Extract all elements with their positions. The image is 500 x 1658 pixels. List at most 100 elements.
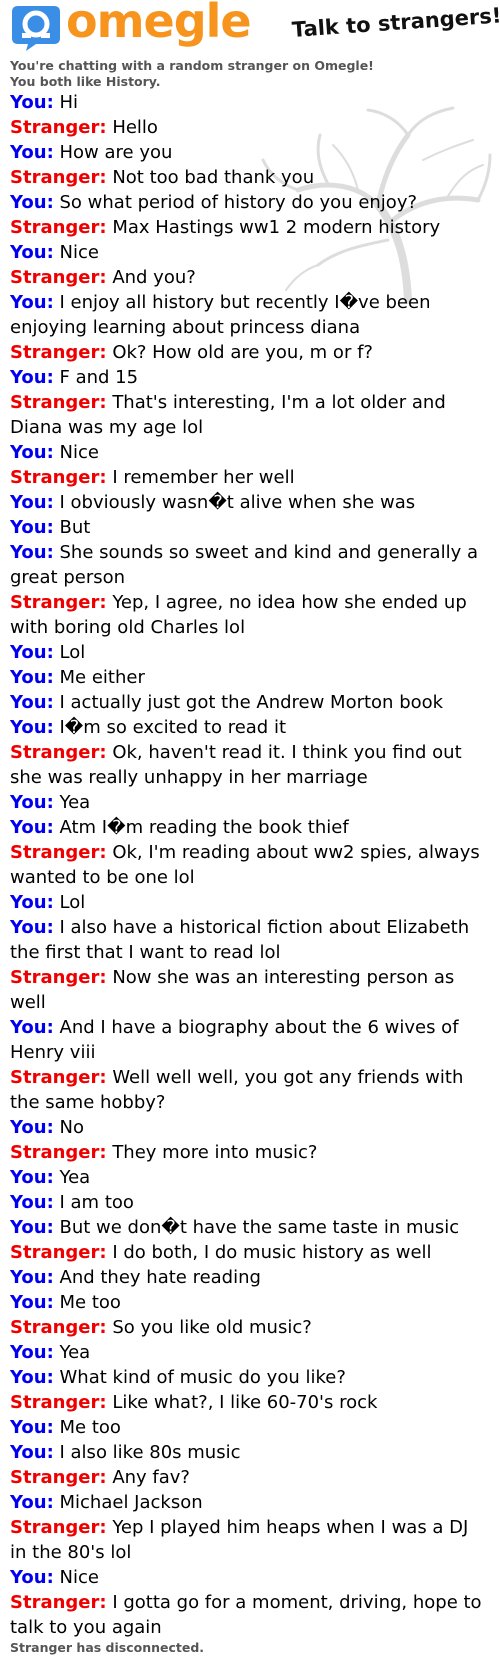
chat-message-you: You: How are you [10,140,490,165]
sender-label-stranger: Stranger: [10,1067,107,1088]
sender-label-stranger: Stranger: [10,592,107,613]
message-text: I obviously wasn�t alive when she was [59,492,416,513]
message-text: What kind of music do you like? [59,1367,346,1388]
message-text: But we don�t have the same taste in musi… [59,1217,460,1238]
sender-label-you: You: [10,517,54,538]
message-text: She sounds so sweet and kind and general… [10,542,478,588]
message-text: How are you [59,142,173,163]
sender-label-stranger: Stranger: [10,1242,107,1263]
sender-label-you: You: [10,367,54,388]
tagline: Talk to strangers! [291,3,500,42]
chat-message-stranger: Stranger: Ok, haven't read it. I think y… [10,740,490,790]
sender-label-stranger: Stranger: [10,167,107,188]
sender-label-stranger: Stranger: [10,217,107,238]
sender-label-stranger: Stranger: [10,392,107,413]
message-text: Me too [59,1417,121,1438]
message-text: Like what?, I like 60-70's rock [112,1392,378,1413]
chat-message-stranger: Stranger: I gotta go for a moment, drivi… [10,1590,490,1640]
chat-message-stranger: Stranger: And you? [10,265,490,290]
message-text: Hi [59,92,79,113]
chat-message-stranger: Stranger: They more into music? [10,1140,490,1165]
sender-label-stranger: Stranger: [10,467,107,488]
chat-message-you: You: So what period of history do you en… [10,190,490,215]
message-text: So you like old music? [112,1317,312,1338]
chat-message-you: You: Yea [10,790,490,815]
message-text: But [59,517,91,538]
chat-message-you: You: I also have a historical fiction ab… [10,915,490,965]
sender-label-you: You: [10,892,54,913]
sender-label-stranger: Stranger: [10,117,107,138]
sender-label-you: You: [10,1192,54,1213]
message-text: So what period of history do you enjoy? [59,192,418,213]
chat-message-you: You: I also like 80s music [10,1440,490,1465]
message-text: I remember her well [112,467,295,488]
chat-message-you: You: Me too [10,1290,490,1315]
chat-message-stranger: Stranger: So you like old music? [10,1315,490,1340]
message-text: Any fav? [112,1467,190,1488]
message-text: I also like 80s music [59,1442,241,1463]
chat-message-you: You: Lol [10,890,490,915]
message-text: Nice [59,442,99,463]
chat-message-stranger: Stranger: Yep, I agree, no idea how she … [10,590,490,640]
chat-message-stranger: Stranger: Like what?, I like 60-70's roc… [10,1390,490,1415]
chat-message-you: You: Yea [10,1340,490,1365]
message-text: Yea [59,792,91,813]
chat-message-you: You: Nice [10,240,490,265]
status-disconnected: Stranger has disconnected. [10,1640,205,1655]
sender-label-you: You: [10,1292,54,1313]
chat-message-stranger: Stranger: Well well well, you got any fr… [10,1065,490,1115]
message-text: I also have a historical fiction about E… [10,917,470,963]
message-text: Lol [59,642,86,663]
sender-label-you: You: [10,1342,54,1363]
sender-label-stranger: Stranger: [10,1392,107,1413]
sender-label-stranger: Stranger: [10,267,107,288]
message-text: Max Hastings ww1 2 modern history [112,217,441,238]
sender-label-you: You: [10,717,54,738]
message-text: I am too [59,1192,134,1213]
chat-message-you: You: I enjoy all history but recently I�… [10,290,490,340]
chat-message-stranger: Stranger: Ok, I'm reading about ww2 spie… [10,840,490,890]
intro: You're chatting with a random stranger o… [0,58,500,90]
message-text: And I have a biography about the 6 wives… [10,1017,459,1063]
header: omegle Talk to strangers! [0,0,500,58]
message-text: I do both, I do music history as well [112,1242,432,1263]
message-text: And you? [112,267,196,288]
chat-message-you: You: I�m so excited to read it [10,715,490,740]
intro-common-interest-line: You both like History. [10,74,161,89]
message-text: Michael Jackson [59,1492,203,1513]
message-text: Lol [59,892,86,913]
chat-message-you: You: No [10,1115,490,1140]
sender-label-you: You: [10,692,54,713]
chat-message-you: You: But we don�t have the same taste in… [10,1215,490,1240]
chat-message-you: You: Lol [10,640,490,665]
sender-label-you: You: [10,1017,54,1038]
sender-label-you: You: [10,1167,54,1188]
chat-message-you: You: Me too [10,1415,490,1440]
chat-message-stranger: Stranger: Now she was an interesting per… [10,965,490,1015]
sender-label-you: You: [10,192,54,213]
sender-label-stranger: Stranger: [10,742,107,763]
sender-label-you: You: [10,667,54,688]
chat-message-you: You: I am too [10,1190,490,1215]
message-text: Ok? How old are you, m or f? [112,342,373,363]
sender-label-you: You: [10,492,54,513]
chat-message-you: You: Hi [10,90,490,115]
sender-label-you: You: [10,817,54,838]
sender-label-you: You: [10,1492,54,1513]
chat-message-you: You: I obviously wasn�t alive when she w… [10,490,490,515]
chat-message-you: You: I actually just got the Andrew Mort… [10,690,490,715]
sender-label-you: You: [10,1217,54,1238]
sender-label-you: You: [10,542,54,563]
sender-label-you: You: [10,1367,54,1388]
chat-message-stranger: Stranger: Max Hastings ww1 2 modern hist… [10,215,490,240]
chat-message-stranger: Stranger: Yep I played him heaps when I … [10,1515,490,1565]
sender-label-stranger: Stranger: [10,342,107,363]
chat-message-you: You: But [10,515,490,540]
sender-label-you: You: [10,792,54,813]
message-text: I enjoy all history but recently I�ve be… [10,292,431,338]
sender-label-you: You: [10,142,54,163]
message-text: Nice [59,1567,99,1588]
sender-label-you: You: [10,642,54,663]
sender-label-you: You: [10,917,54,938]
sender-label-you: You: [10,1442,54,1463]
